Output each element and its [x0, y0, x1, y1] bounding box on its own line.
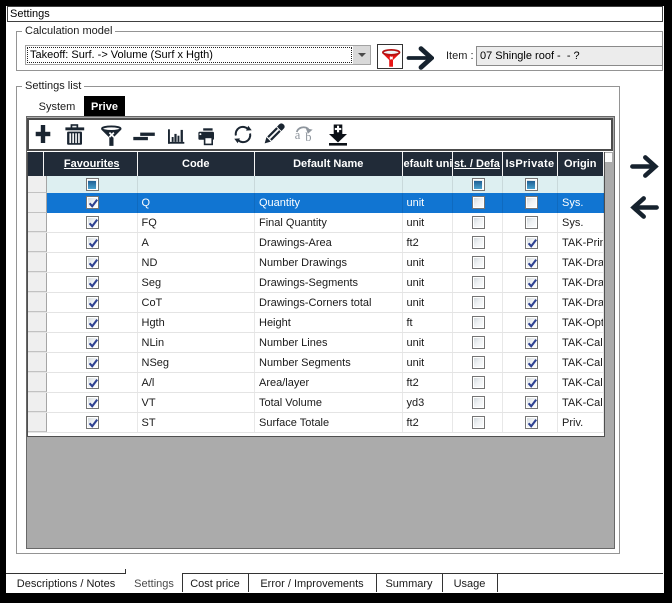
svg-text:b: b: [305, 130, 311, 144]
svg-text:a: a: [294, 127, 300, 141]
